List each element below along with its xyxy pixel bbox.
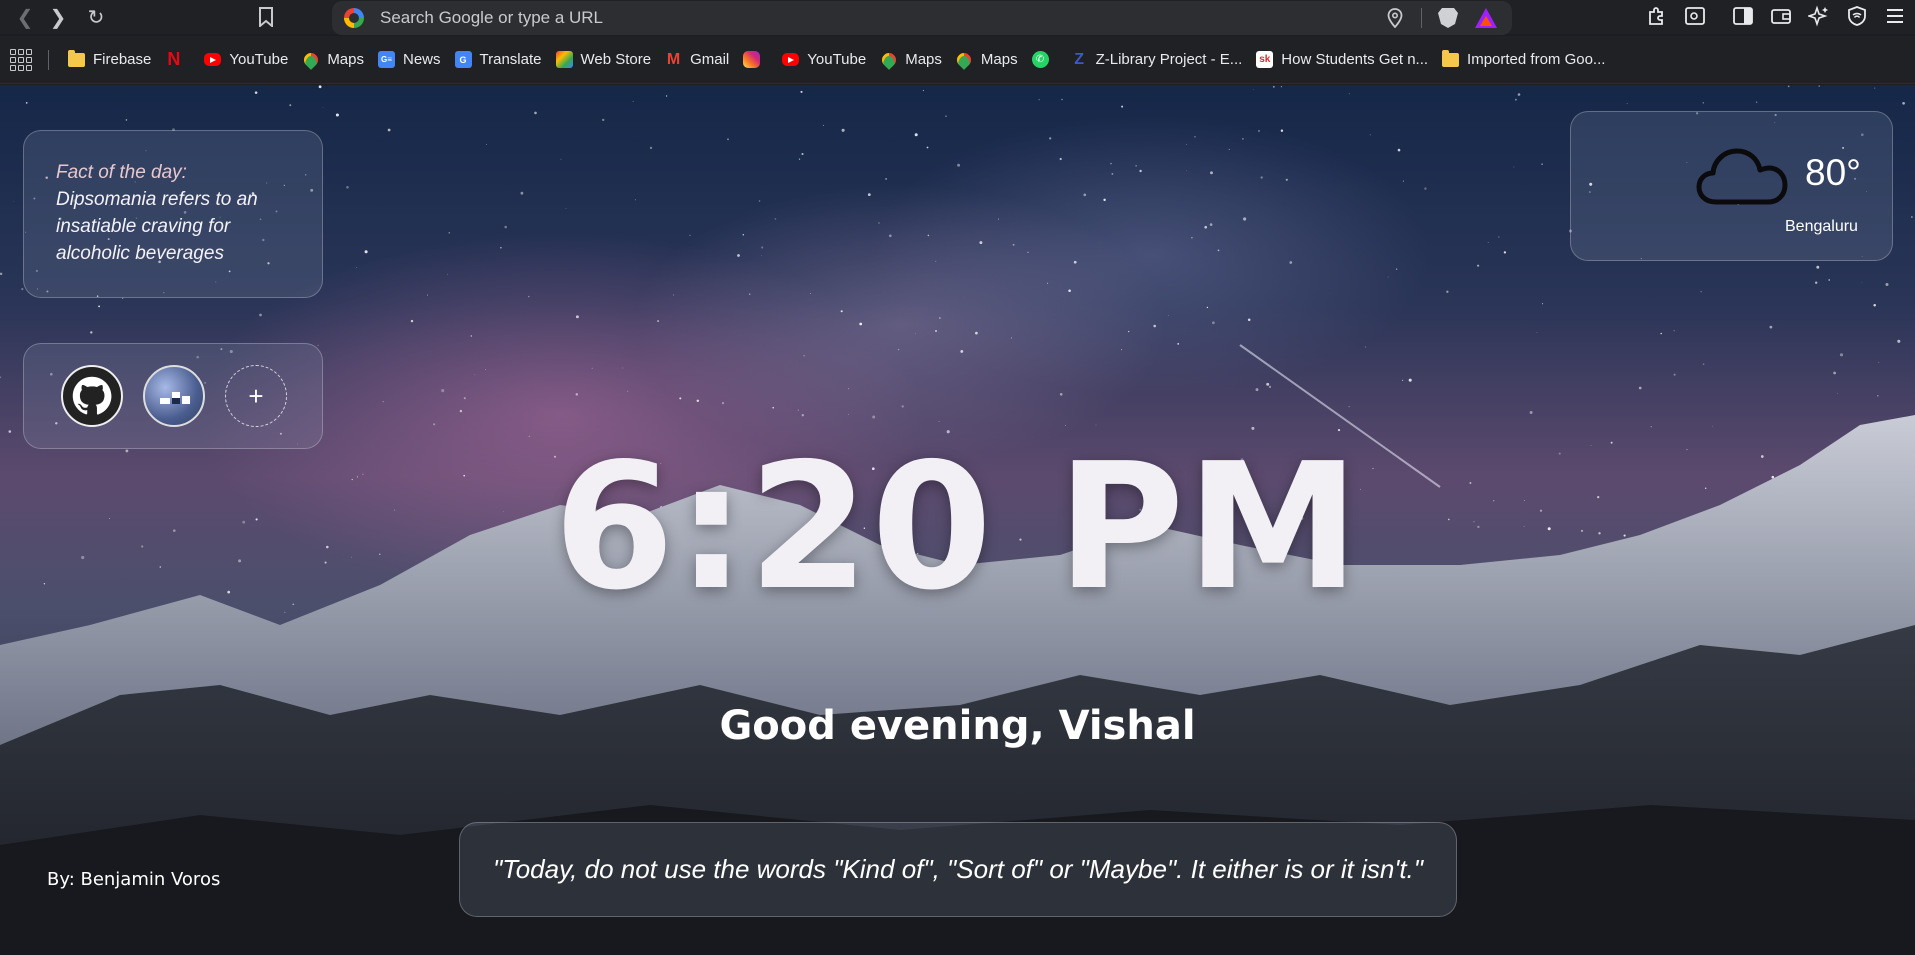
vpn-icon[interactable] [1845, 4, 1869, 28]
bookmark-translate[interactable]: G Translate [448, 45, 549, 75]
folder-icon [1442, 49, 1460, 67]
youtube-icon [204, 53, 222, 66]
greeting: Good evening, Vishal [719, 703, 1196, 749]
address-input[interactable] [380, 8, 1383, 28]
bookmark-zlibrary[interactable]: Z Z-Library Project - E... [1064, 45, 1250, 75]
google-news-icon: G≡ [378, 51, 395, 68]
reload-icon[interactable]: ↻ [81, 2, 111, 32]
bookmarks-separator [48, 49, 49, 70]
fact-text: Dipsomania refers to an insatiable cravi… [56, 189, 258, 264]
bookmark-news[interactable]: G≡ News [371, 45, 448, 75]
leo-ai-icon[interactable] [1807, 4, 1831, 28]
github-shortcut[interactable] [61, 365, 123, 427]
forward-icon[interactable]: ❯ [43, 2, 73, 32]
bookmark-gmail[interactable]: M Gmail [658, 45, 736, 75]
weather-card: 80° Bengaluru [1570, 111, 1893, 261]
whatsapp-icon: ✆ [1031, 51, 1049, 68]
github-icon [72, 376, 112, 415]
location-icon[interactable] [1383, 6, 1407, 30]
apps-grid-icon[interactable] [10, 48, 32, 71]
folder-icon [68, 49, 85, 67]
brave-rewards-icon[interactable] [1474, 6, 1498, 30]
bookmarks-bar: Firebase N YouTube Maps G≡ News G Translat… [0, 36, 1915, 84]
sidebar-icon[interactable] [1731, 4, 1755, 28]
bookmark-maps[interactable]: Maps [295, 45, 371, 75]
reading-list-icon[interactable] [1683, 4, 1707, 28]
app-shortcut[interactable] [143, 365, 205, 427]
google-translate-icon: G [454, 51, 472, 68]
quote-text: "Today, do not use the words "Kind of", … [492, 854, 1423, 884]
new-tab-page: Fact of the day: Dipsomania refers to an … [0, 85, 1915, 955]
browser-toolbar: ❮ ❯ ↻ [0, 0, 1915, 35]
bookmark-students[interactable]: sk How Students Get n... [1249, 45, 1435, 75]
google-icon [344, 8, 364, 28]
plus-icon: + [248, 380, 264, 411]
maps-icon [302, 51, 319, 68]
bookmark-youtube-2[interactable]: YouTube [775, 45, 873, 75]
web-store-icon [555, 51, 573, 68]
netflix-icon: N [167, 49, 181, 69]
clock: 6:20 PM [553, 426, 1362, 629]
sk-icon: sk [1256, 51, 1274, 68]
temperature: 80° [1805, 152, 1861, 193]
omnibox[interactable] [332, 1, 1512, 35]
photo-credit: By: Benjamin Voros [47, 869, 221, 890]
bookmark-maps-2[interactable]: Maps [873, 45, 949, 75]
bookmark-maps-3[interactable]: Maps [949, 45, 1025, 75]
bookmark-web-store[interactable]: Web Store [549, 45, 659, 75]
bookmark-youtube[interactable]: YouTube [197, 45, 295, 75]
back-icon[interactable]: ❮ [10, 2, 40, 32]
instagram-icon [743, 51, 761, 68]
brave-shields-icon[interactable] [1436, 6, 1460, 30]
bookmark-whatsapp[interactable]: ✆ [1025, 45, 1064, 75]
cloud-icon [1696, 148, 1788, 205]
zlibrary-icon: Z [1074, 50, 1084, 68]
shortcuts-card: + [23, 343, 323, 449]
add-shortcut-button[interactable]: + [225, 365, 287, 427]
omnibox-separator [1421, 8, 1422, 28]
bookmark-imported[interactable]: Imported from Goo... [1435, 45, 1612, 75]
bookmark-netflix[interactable]: N [158, 45, 197, 75]
bookmark-instagram[interactable] [736, 45, 775, 75]
bookmark-firebase[interactable]: Firebase [61, 45, 158, 75]
maps-icon [956, 51, 973, 68]
menu-icon[interactable] [1883, 4, 1907, 28]
app-icon [160, 392, 190, 404]
maps-icon [880, 51, 897, 68]
city-name: Bengaluru [1785, 218, 1858, 235]
youtube-icon [782, 53, 800, 66]
gmail-icon: M [666, 50, 681, 68]
quote-card: "Today, do not use the words "Kind of", … [459, 822, 1457, 917]
fact-of-the-day-card: Fact of the day: Dipsomania refers to an … [23, 130, 323, 298]
bookmark-icon[interactable] [251, 2, 281, 32]
extensions-icon[interactable] [1645, 4, 1669, 28]
fact-label: Fact of the day: [56, 162, 187, 183]
wallet-icon[interactable] [1769, 4, 1793, 28]
